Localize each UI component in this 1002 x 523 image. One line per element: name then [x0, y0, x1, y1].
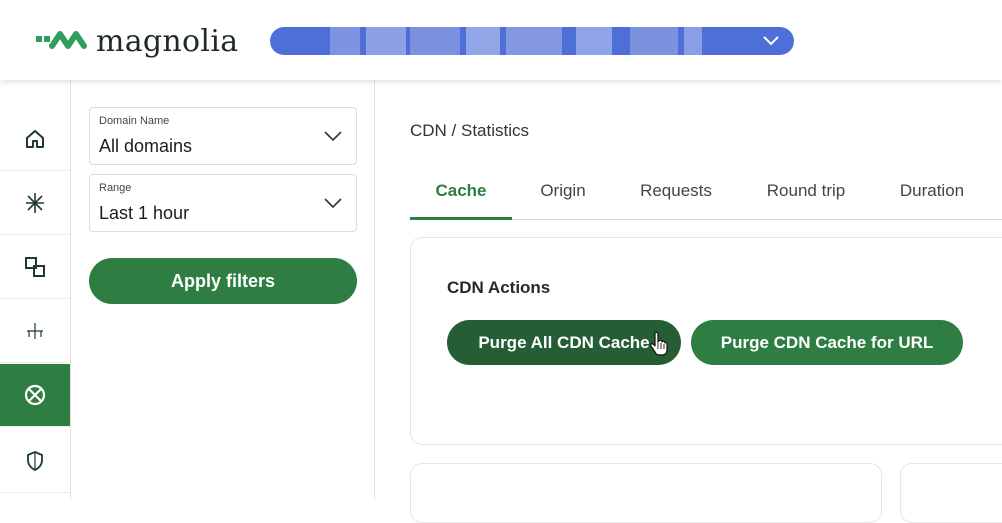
domain-name-select[interactable]: Domain Name All domains — [89, 107, 357, 165]
tab-requests[interactable]: Requests — [628, 176, 724, 220]
tab-round-trip[interactable]: Round trip — [752, 176, 860, 220]
shield-icon — [27, 451, 43, 472]
rail-item-home[interactable] — [0, 108, 70, 171]
domain-name-value: All domains — [99, 136, 193, 156]
blurred-text-block — [684, 27, 702, 55]
blurred-text-block — [410, 27, 460, 55]
environment-selector[interactable] — [270, 27, 794, 55]
cdn-actions-card: CDN Actions Purge All CDN Cache Purge CD… — [410, 237, 1002, 445]
main-content: CDN / Statistics Cache Origin Requests R… — [376, 80, 1002, 523]
tab-cache[interactable]: Cache — [410, 176, 512, 220]
chevron-down-icon — [324, 131, 342, 142]
cdn-globe-icon — [24, 384, 46, 406]
apply-filters-button[interactable]: Apply filters — [89, 258, 357, 304]
blurred-text-block — [330, 27, 360, 55]
blurred-text-block — [630, 27, 678, 55]
domain-name-label: Domain Name — [99, 115, 170, 127]
filters-panel: Domain Name All domains Range Last 1 hou… — [71, 80, 375, 500]
chevron-down-icon — [324, 198, 342, 209]
rail-item-sitemap[interactable] — [0, 300, 70, 363]
blurred-text-block — [576, 27, 612, 55]
blurred-text-block — [466, 27, 500, 55]
rail-item-security[interactable] — [0, 430, 70, 493]
blurred-text-block — [366, 27, 406, 55]
brand-name: magnolia — [96, 23, 239, 59]
magnolia-logo[interactable]: magnolia — [36, 23, 239, 59]
chevron-down-icon — [763, 36, 779, 46]
blurred-text-block — [506, 27, 562, 55]
range-select[interactable]: Range Last 1 hour — [89, 174, 357, 232]
home-icon — [26, 130, 44, 148]
app-header: magnolia — [0, 0, 1002, 80]
rail-item-squares[interactable] — [0, 236, 70, 299]
range-label: Range — [99, 182, 132, 194]
rail-item-asterisk[interactable] — [0, 172, 70, 235]
tab-origin[interactable]: Origin — [528, 176, 598, 220]
sitemap-icon — [27, 323, 43, 339]
range-value: Last 1 hour — [99, 203, 190, 223]
rail-item-cdn[interactable] — [0, 364, 70, 427]
tab-bar: Cache Origin Requests Round trip Duratio… — [410, 176, 1002, 220]
asterisk-icon — [26, 193, 44, 213]
magnolia-logo-icon — [36, 31, 87, 49]
cdn-actions-title: CDN Actions — [447, 278, 551, 297]
stats-card — [900, 463, 1002, 523]
hand-pointer-cursor-icon — [650, 331, 668, 356]
breadcrumb: CDN / Statistics — [410, 121, 530, 140]
left-nav-rail — [0, 80, 71, 500]
stats-card — [410, 463, 882, 523]
purge-cdn-cache-for-url-button[interactable]: Purge CDN Cache for URL — [691, 320, 963, 365]
tab-duration[interactable]: Duration — [888, 176, 976, 220]
overlapping-squares-icon — [25, 257, 45, 277]
purge-all-cdn-cache-button[interactable]: Purge All CDN Cache — [447, 320, 681, 365]
